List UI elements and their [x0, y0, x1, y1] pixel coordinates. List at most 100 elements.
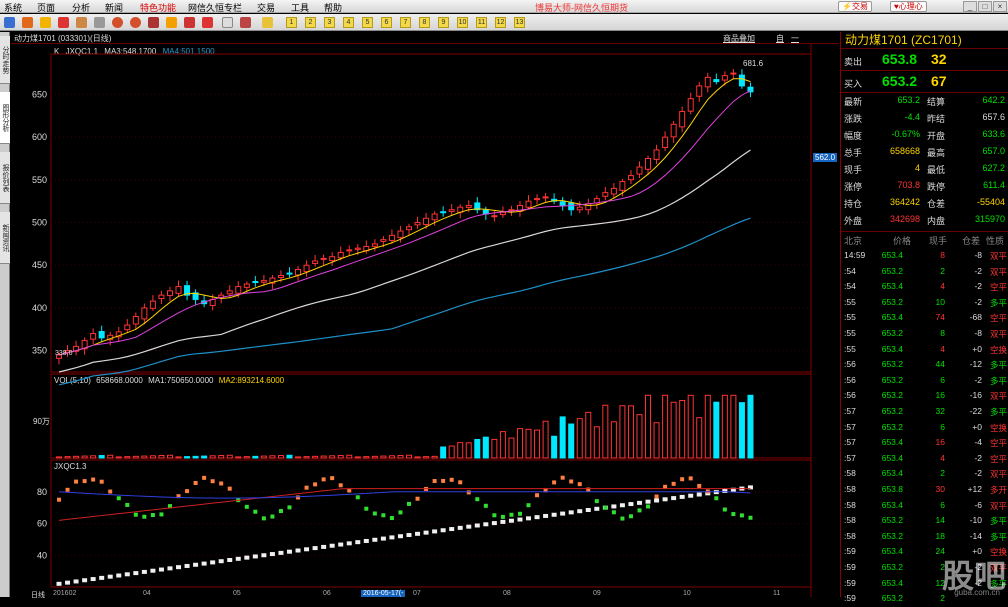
tick-row[interactable]: :58653.830+12多开 — [841, 482, 1008, 498]
tick-row[interactable]: :58653.218-14多平 — [841, 529, 1008, 545]
home-icon[interactable] — [22, 17, 33, 28]
tick-row[interactable]: :55653.210-2多平 — [841, 295, 1008, 311]
minimize-button[interactable]: _ — [963, 1, 977, 12]
pen-icon[interactable] — [166, 17, 177, 28]
period-10-button[interactable]: 10 — [457, 17, 468, 28]
heart-button[interactable]: ♥心理心 — [890, 1, 927, 12]
tick-row[interactable]: :58653.46-6双平 — [841, 498, 1008, 514]
grid-icon[interactable] — [58, 17, 69, 28]
tab-timeshare[interactable]: 分时走势 — [0, 36, 10, 84]
tick-row[interactable]: :57653.26+0空换 — [841, 420, 1008, 436]
period-6-button[interactable]: 6 — [381, 17, 392, 28]
tick-row[interactable]: :57653.416-4空平 — [841, 435, 1008, 451]
menu-trade[interactable]: 交易 — [257, 1, 275, 14]
candle-body — [611, 188, 616, 194]
back-icon[interactable] — [4, 17, 15, 28]
filter-icon[interactable] — [202, 17, 213, 28]
menu-news[interactable]: 新闻 — [105, 1, 123, 14]
tick-type: 空换 — [990, 344, 1007, 356]
indicator-dot-white — [688, 494, 693, 498]
indicator-dot-white — [722, 489, 727, 493]
menu-help[interactable]: 帮助 — [324, 1, 342, 14]
period-12-button[interactable]: 12 — [495, 17, 506, 28]
volume-bar — [637, 415, 642, 458]
bookmark-icon[interactable] — [148, 17, 159, 28]
indicator-dot — [83, 479, 87, 483]
period-9-button[interactable]: 9 — [438, 17, 449, 28]
candle-body — [133, 316, 138, 324]
maximize-button[interactable]: □ — [978, 1, 992, 12]
price-chart[interactable]: 3504004505005506006504060802016020405060… — [11, 32, 839, 597]
indicator-dot-white — [185, 564, 190, 568]
menu-system[interactable]: 系统 — [4, 1, 22, 14]
tab-quote-list[interactable]: 报价列表 — [0, 152, 10, 204]
chart-area[interactable]: 动力煤1701 (033301)(日线) 商品叠加 自 一 K JXQC1.1 … — [11, 32, 839, 597]
price-tick-label: 600 — [32, 132, 47, 142]
tick-row[interactable]: :58653.214-10多平 — [841, 513, 1008, 529]
indicator-tick-label: 80 — [37, 487, 47, 497]
indicator-dot — [655, 495, 659, 499]
tick-row[interactable]: :58653.42-2双平 — [841, 466, 1008, 482]
period-4-button[interactable]: 4 — [343, 17, 354, 28]
indicator-dot — [561, 476, 565, 480]
zoom-in-icon[interactable] — [112, 17, 123, 28]
menu-column[interactable]: 网信久恒专栏 — [188, 1, 242, 14]
volume-bar — [509, 438, 514, 458]
period-13-button[interactable]: 13 — [514, 17, 525, 28]
stat-label: 最新 — [844, 95, 862, 108]
period-5-button[interactable]: 5 — [362, 17, 373, 28]
menu-tools[interactable]: 工具 — [291, 1, 309, 14]
date-tick-label: 06 — [323, 590, 331, 597]
layout-icon[interactable] — [76, 17, 87, 28]
tick-row[interactable]: :56653.26-2多平 — [841, 373, 1008, 389]
indicator-dot — [612, 510, 616, 514]
tab-chart-analysis[interactable]: 图形分析 — [0, 92, 10, 144]
tick-volume: 8 — [940, 250, 945, 260]
tick-row[interactable]: :57653.232-22多平 — [841, 404, 1008, 420]
period-7-button[interactable]: 7 — [400, 17, 411, 28]
tick-row[interactable]: :56653.216-16双平 — [841, 388, 1008, 404]
tick-row[interactable]: :54653.22-2双平 — [841, 264, 1008, 280]
tick-row[interactable]: :55653.28-8双平 — [841, 326, 1008, 342]
app-title: 博易大师-网信久恒期货 — [535, 1, 628, 14]
tick-row[interactable]: :54653.44-2空平 — [841, 279, 1008, 295]
indicator-dot — [287, 505, 291, 509]
tick-time: :58 — [844, 484, 856, 494]
menu-features[interactable]: 特色功能 — [140, 1, 176, 14]
volume-bar — [347, 455, 352, 458]
indicator-dot — [296, 495, 300, 499]
calendar-icon[interactable] — [222, 17, 233, 28]
tools-icon[interactable] — [184, 17, 195, 28]
candle-icon[interactable] — [262, 17, 273, 28]
period-8-button[interactable]: 8 — [419, 17, 430, 28]
volume-bar — [142, 456, 147, 458]
stat-value: 342698 — [890, 214, 920, 224]
tab-news[interactable]: 新闻资讯 — [0, 212, 10, 264]
ma-line-10 — [59, 91, 750, 355]
indicator-dot-white — [552, 513, 557, 517]
tick-row[interactable]: :56653.244-12多平 — [841, 357, 1008, 373]
close-button[interactable]: × — [993, 1, 1007, 12]
period-1-button[interactable]: 1 — [286, 17, 297, 28]
tick-row[interactable]: :55653.474-68空平 — [841, 310, 1008, 326]
chart-icon[interactable] — [240, 17, 251, 28]
indicator-dot — [484, 504, 488, 508]
period-2-button[interactable]: 2 — [305, 17, 316, 28]
tick-price: 653.4 — [882, 281, 903, 291]
indicator-dot — [117, 496, 121, 500]
folder-icon[interactable] — [40, 17, 51, 28]
tick-row[interactable]: 14:59653.48-8双平 — [841, 248, 1008, 264]
list-icon[interactable] — [94, 17, 105, 28]
tick-row[interactable]: :57653.44-2空平 — [841, 451, 1008, 467]
ma-line-white — [59, 150, 750, 372]
candle-body — [389, 235, 394, 240]
menu-analysis[interactable]: 分析 — [72, 1, 90, 14]
period-11-button[interactable]: 11 — [476, 17, 487, 28]
period-3-button[interactable]: 3 — [324, 17, 335, 28]
zoom-out-icon[interactable] — [130, 17, 141, 28]
tick-time: :55 — [844, 328, 856, 338]
indicator-dot — [569, 479, 573, 483]
trade-button[interactable]: ⚡交易 — [838, 1, 872, 12]
menu-page[interactable]: 页面 — [37, 1, 55, 14]
tick-row[interactable]: :55653.44+0空换 — [841, 342, 1008, 358]
